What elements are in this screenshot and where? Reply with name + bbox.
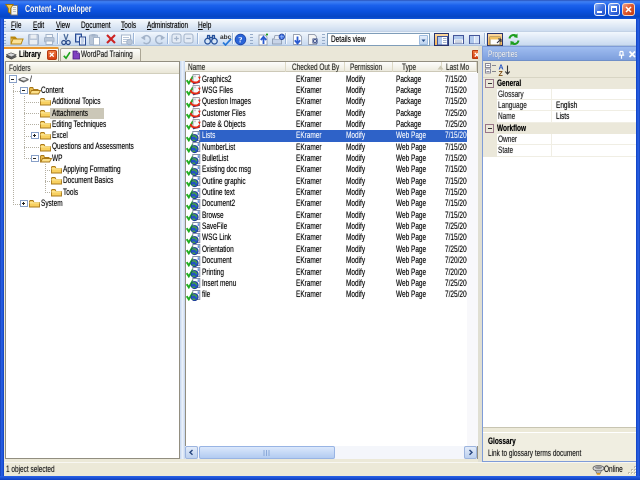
svg-text:?: ? bbox=[238, 34, 242, 44]
svg-text:Z: Z bbox=[498, 71, 503, 76]
